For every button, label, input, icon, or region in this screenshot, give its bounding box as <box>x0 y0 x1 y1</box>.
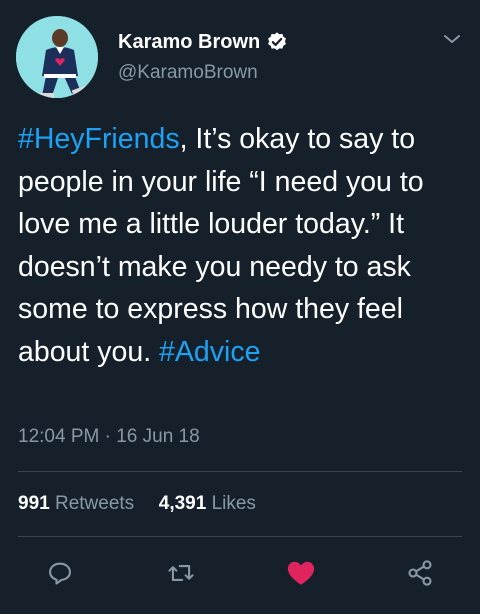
like-button[interactable] <box>286 558 316 588</box>
retweets-stat[interactable]: 991 Retweets <box>18 493 139 514</box>
divider <box>18 471 462 472</box>
likes-count: 4,391 <box>158 493 207 514</box>
hashtag-link[interactable]: #HeyFriends <box>18 123 180 155</box>
retweet-icon <box>168 565 194 581</box>
chevron-down-icon[interactable] <box>442 32 462 46</box>
heart-icon <box>287 561 315 585</box>
share-icon <box>408 560 432 586</box>
tweet-body-text: , It’s okay to say to people in your lif… <box>18 123 424 368</box>
user-handle[interactable]: @KaramoBrown <box>118 62 258 84</box>
reply-button[interactable] <box>45 558 75 588</box>
retweet-button[interactable] <box>166 558 196 588</box>
avatar[interactable] <box>16 16 98 98</box>
divider <box>18 536 462 537</box>
tweet-stats: 991 Retweets 4,391 Likes <box>18 492 256 516</box>
likes-stat[interactable]: 4,391 Likes <box>159 493 256 514</box>
reply-icon <box>49 562 71 585</box>
tweet-text: #HeyFriends, It’s okay to say to people … <box>18 118 470 373</box>
hashtag-link[interactable]: #Advice <box>159 336 260 368</box>
tweet-timestamp[interactable]: 12:04 PM · 16 Jun 18 <box>18 426 200 448</box>
display-name-text[interactable]: Karamo Brown <box>118 30 260 54</box>
retweets-count: 991 <box>18 493 50 514</box>
display-name[interactable]: Karamo Brown <box>118 30 288 54</box>
share-button[interactable] <box>405 558 435 588</box>
likes-label: Likes <box>211 493 256 514</box>
retweets-label: Retweets <box>54 493 135 514</box>
verified-badge-icon <box>266 31 288 53</box>
